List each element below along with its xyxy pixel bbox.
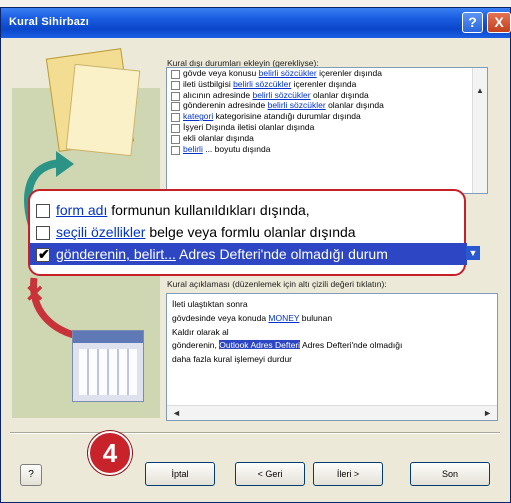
description-line: gönderenin, Outlook Adres Defteri Adres … xyxy=(167,339,497,353)
exception-link[interactable]: belirli sözcükler xyxy=(259,68,317,78)
exception-item[interactable]: ekli olanlar dışında xyxy=(167,133,487,144)
exception-item[interactable]: alıcının adresinde belirli sözcükler ola… xyxy=(167,90,487,101)
zoom-row-label: belge veya formlu olanlar dışında xyxy=(145,224,356,240)
checkmark-icon: ✔ xyxy=(38,246,50,262)
arrow-head-icon xyxy=(56,151,74,177)
finish-button[interactable]: Son xyxy=(410,462,490,486)
exception-text: kategorisine atandığı durumlar dışında xyxy=(213,111,361,122)
zoom-row-link[interactable]: form adı xyxy=(56,202,107,218)
exception-link[interactable]: kategori xyxy=(183,111,213,121)
exception-checkbox[interactable] xyxy=(171,70,180,79)
rule-description-box[interactable]: İleti ulaştıktan sonra gövdesinde veya ko… xyxy=(166,293,498,421)
exception-checkbox[interactable] xyxy=(171,113,180,123)
exception-item[interactable]: gönderenin adresinde belirli sözcükler o… xyxy=(167,100,487,112)
exceptions-list[interactable]: gövde veya konusu belirli sözcükler içer… xyxy=(166,67,488,194)
next-button[interactable]: İleri > xyxy=(313,462,383,486)
document-icon xyxy=(65,63,141,157)
description-line: daha fazla kural işlemeyi durdur xyxy=(167,353,497,367)
exception-text: alıcının adresinde xyxy=(183,89,253,100)
step-number-badge: 4 xyxy=(88,431,132,475)
zoom-checkbox[interactable] xyxy=(36,226,50,240)
zoom-row-link[interactable]: gönderenin, belirt... xyxy=(56,246,176,262)
exception-text: İşyeri Dışında iletisi olanlar dışında xyxy=(183,121,315,132)
exception-text: içerenler dışında xyxy=(316,68,382,78)
cancel-button[interactable]: İptal xyxy=(145,462,215,486)
zoom-row-link[interactable]: seçili özellikler xyxy=(56,224,145,240)
exception-link[interactable]: belirli sözcükler xyxy=(233,79,291,89)
zoom-row-text: gönderenin, belirt... Adres Defteri'nde … xyxy=(56,243,388,265)
description-text: bulunan xyxy=(299,312,333,323)
description-label: Kural açıklaması (düzenlemek için altı ç… xyxy=(167,279,387,289)
exception-checkbox[interactable] xyxy=(171,123,180,133)
scroll-up-icon[interactable]: ▲ xyxy=(476,86,484,95)
exception-checkbox[interactable] xyxy=(171,134,180,144)
description-line: İleti ulaştıktan sonra xyxy=(167,298,497,312)
description-text: Adres Defteri'nde olmadığı xyxy=(300,340,403,351)
zoom-checkbox[interactable] xyxy=(36,204,50,218)
exception-checkbox[interactable] xyxy=(171,80,180,90)
description-text: Kaldır olarak al xyxy=(172,326,229,337)
description-link[interactable]: MONEY xyxy=(268,313,299,323)
zoom-row-text: seçili özellikler belge veya formlu olan… xyxy=(56,221,356,243)
zoom-row-label: formunun kullanıldıkları dışında, xyxy=(107,202,310,218)
exception-item[interactable]: ileti üstbilgisi belirli sözcükler içere… xyxy=(167,79,487,90)
description-scrollbar[interactable]: ◄ ► xyxy=(167,405,497,420)
scroll-down-icon[interactable]: ▼ xyxy=(466,246,480,260)
exception-text: olanlar dışında xyxy=(325,100,384,111)
zoom-callout: form adı formunun kullanıldıkları dışınd… xyxy=(28,189,467,276)
exception-checkbox[interactable] xyxy=(171,102,180,112)
description-line: Kaldır olarak al xyxy=(167,326,497,340)
exception-text: olanlar dışında xyxy=(310,89,369,100)
description-text: İleti ulaştıktan sonra xyxy=(172,299,248,309)
help-title-button[interactable]: ? xyxy=(462,12,483,33)
x-mark-icon: × xyxy=(26,277,44,310)
window-title: Kural Sihirbazı xyxy=(9,16,90,28)
exception-link[interactable]: belirli xyxy=(183,144,203,154)
scroll-right-icon[interactable]: ► xyxy=(483,406,492,420)
description-line: gövdesinde veya konuda MONEY bulunan xyxy=(167,312,497,326)
description-text: gövdesinde veya konuda xyxy=(172,312,269,323)
exception-text: gönderenin adresinde xyxy=(183,100,268,111)
exception-text: gövde veya konusu xyxy=(183,68,259,78)
description-link[interactable]: Outlook Adres Defteri xyxy=(219,340,301,351)
exception-text: ekli olanlar dışında xyxy=(183,132,254,143)
exception-item[interactable]: belirli ... boyutu dışında xyxy=(167,144,487,155)
close-button[interactable]: X xyxy=(487,12,511,33)
exception-item[interactable]: gövde veya konusu belirli sözcükler içer… xyxy=(167,68,487,79)
description-text: gönderenin, xyxy=(172,340,220,351)
exceptions-scrollbar[interactable]: ▲ xyxy=(472,68,487,193)
exception-link[interactable]: belirli sözcükler xyxy=(268,100,326,110)
zoom-exception-row[interactable]: ✔ gönderenin, belirt... Adres Defteri'nde… xyxy=(30,243,467,265)
exception-checkbox[interactable] xyxy=(171,145,180,155)
back-button[interactable]: < Geri xyxy=(235,462,305,486)
zoom-checkbox[interactable]: ✔ xyxy=(36,246,50,262)
zoom-row-text: form adı formunun kullanıldıkları dışınd… xyxy=(56,199,310,221)
calendar-icon xyxy=(72,330,144,402)
title-bar: Kural Sihirbazı ? X xyxy=(1,8,511,38)
zoom-row-label: Adres Defteri'nde olmadığı durum xyxy=(175,246,388,262)
exception-text: ileti üstbilgisi xyxy=(183,78,234,89)
exception-checkbox[interactable] xyxy=(171,91,180,101)
exception-item[interactable]: İşyeri Dışında iletisi olanlar dışında xyxy=(167,122,487,133)
exception-text: ... boyutu dışında xyxy=(202,143,271,154)
help-button[interactable]: ? xyxy=(20,464,42,486)
divider xyxy=(10,432,500,434)
exception-text: içerenler dışında xyxy=(291,78,357,89)
exception-item[interactable]: kategori kategorisine atandığı durumlar … xyxy=(167,111,487,123)
scroll-left-icon[interactable]: ◄ xyxy=(172,406,181,420)
description-text: daha fazla kural işlemeyi durdur xyxy=(172,354,293,365)
exception-link[interactable]: belirli sözcükler xyxy=(252,90,310,100)
